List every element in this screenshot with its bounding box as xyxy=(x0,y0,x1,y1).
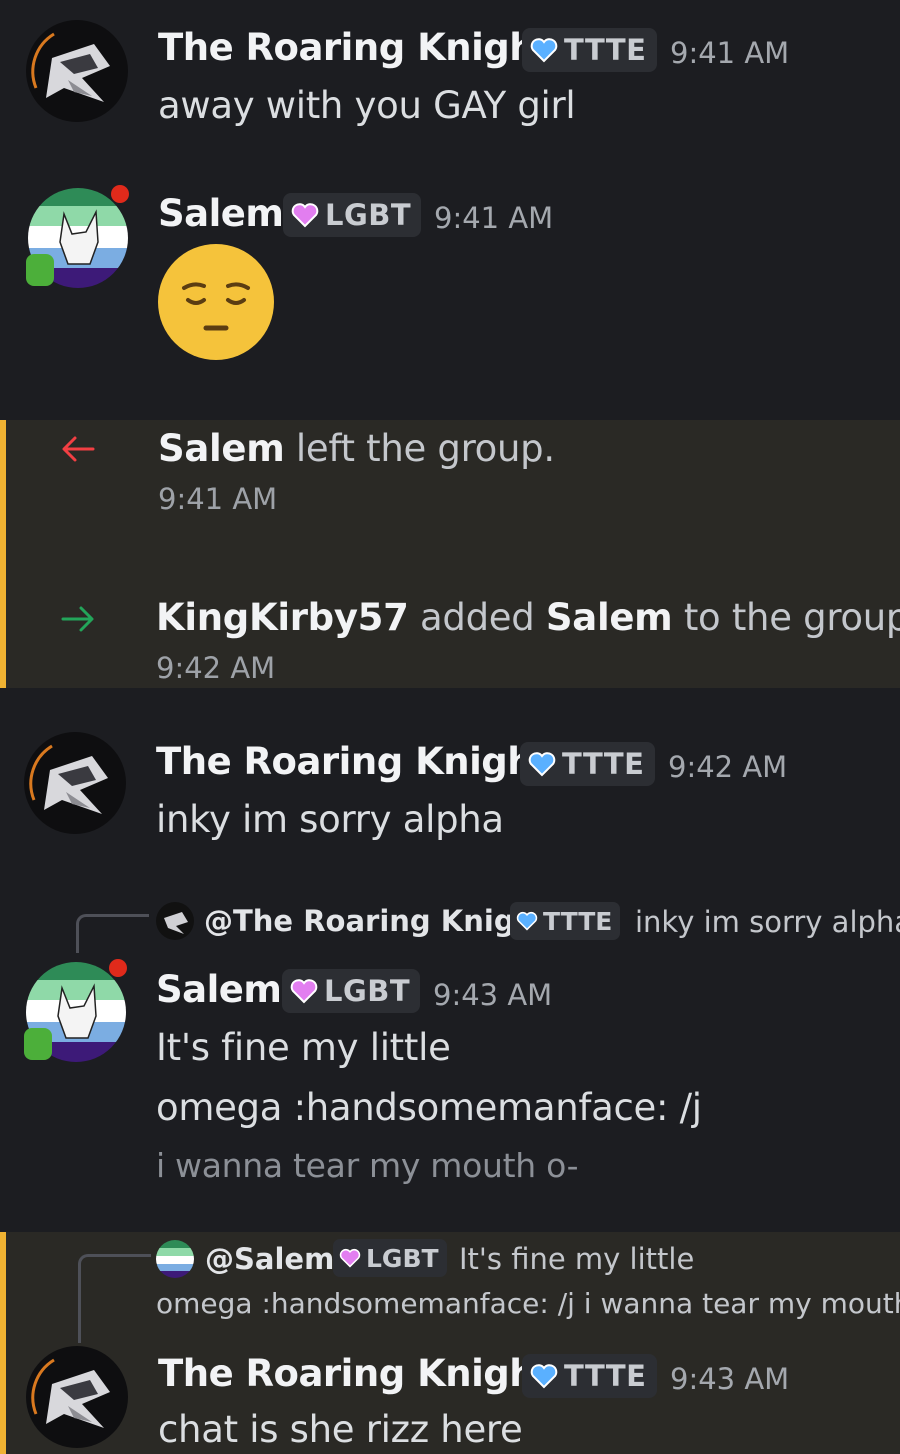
message-text: away with you GAY girl xyxy=(158,84,576,127)
reply-connector xyxy=(78,1254,151,1343)
salem-avatar[interactable] xyxy=(24,184,129,288)
author-name[interactable]: The Roaring Knight xyxy=(156,740,551,783)
salem-avatar[interactable] xyxy=(22,958,127,1062)
timestamp: 9:41 AM xyxy=(158,482,278,516)
role-tag[interactable]: LGBT xyxy=(282,969,421,1013)
role-tag[interactable]: LGBT xyxy=(283,193,422,237)
reply-connector xyxy=(76,914,149,953)
knight-avatar[interactable] xyxy=(24,1344,128,1448)
reply-preview[interactable]: It's fine my little xyxy=(459,1242,694,1276)
message-text: i wanna tear my mouth o- xyxy=(156,1146,579,1185)
timestamp: 9:41 AM xyxy=(434,201,554,235)
reply-preview[interactable]: omega :handsomemanface: /j i wanna tear … xyxy=(156,1287,900,1320)
message-text: chat is she rizz here xyxy=(158,1408,523,1451)
timestamp: 9:41 AM xyxy=(670,36,790,70)
system-leave-text: Salem left the group. xyxy=(158,427,555,470)
system-join-text: KingKirby57 added Salem to the group. xyxy=(156,596,900,639)
reply-role-tag[interactable]: TTTE xyxy=(510,902,621,940)
role-tag[interactable]: TTTE xyxy=(522,1354,657,1398)
system-accent-bar xyxy=(0,420,6,688)
reply-avatar[interactable] xyxy=(156,1240,194,1278)
heart-icon xyxy=(528,752,556,777)
pensive-face-icon xyxy=(158,244,274,360)
message-text: It's fine my little xyxy=(156,1026,451,1069)
timestamp: 9:43 AM xyxy=(670,1362,790,1396)
knight-avatar[interactable] xyxy=(22,730,126,834)
heart-icon xyxy=(516,911,538,931)
role-tag[interactable]: TTTE xyxy=(520,742,655,786)
author-name[interactable]: Salem xyxy=(156,968,282,1011)
join-arrow-icon xyxy=(61,606,94,632)
author-name[interactable]: Salem xyxy=(158,192,284,235)
heart-icon xyxy=(290,979,318,1004)
message-text: inky im sorry alpha xyxy=(156,798,504,841)
reply-author[interactable]: @The Roaring Knight xyxy=(204,904,549,938)
reply-avatar[interactable] xyxy=(156,902,194,940)
timestamp: 9:42 AM xyxy=(156,651,276,685)
reply-role-tag[interactable]: LGBT xyxy=(333,1239,447,1277)
message-text: omega :handsomemanface: /j xyxy=(156,1086,702,1129)
heart-icon xyxy=(530,1364,558,1389)
heart-icon xyxy=(339,1248,361,1268)
timestamp: 9:42 AM xyxy=(668,750,788,784)
reply-author[interactable]: @Salem xyxy=(205,1242,334,1276)
knight-avatar[interactable] xyxy=(24,18,128,122)
author-name[interactable]: The Roaring Knight xyxy=(158,1352,553,1395)
heart-icon xyxy=(291,203,319,228)
reply-preview[interactable]: inky im sorry alpha xyxy=(635,905,900,939)
timestamp: 9:43 AM xyxy=(433,978,553,1012)
mention-accent-bar xyxy=(0,1232,6,1454)
heart-icon xyxy=(530,38,558,63)
author-name[interactable]: The Roaring Knight xyxy=(158,26,553,69)
leave-arrow-icon xyxy=(62,436,95,462)
role-tag[interactable]: TTTE xyxy=(522,28,657,72)
